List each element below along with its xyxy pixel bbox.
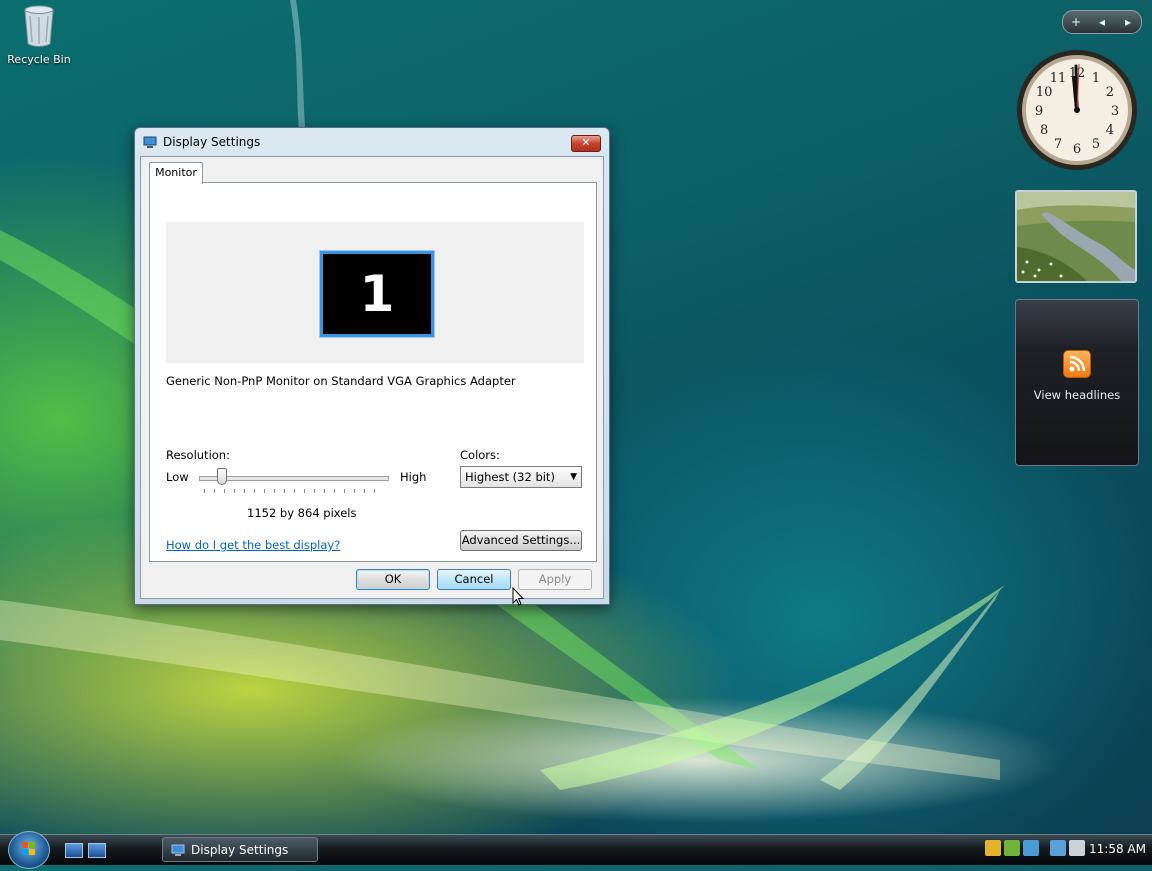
chevron-down-icon: ▼ bbox=[570, 472, 577, 482]
tab-monitor[interactable]: Monitor bbox=[149, 162, 203, 184]
close-button[interactable]: ✕ bbox=[571, 135, 601, 152]
clock-numeral: 2 bbox=[1106, 85, 1114, 100]
start-button[interactable] bbox=[8, 831, 50, 869]
landscape-photo bbox=[1017, 192, 1135, 281]
taskbar-item-label: Display Settings bbox=[191, 843, 289, 857]
cancel-button[interactable]: Cancel bbox=[437, 569, 511, 590]
high-label: High bbox=[400, 470, 427, 484]
resolution-slider-ticks bbox=[204, 489, 384, 493]
connection-icon[interactable] bbox=[1050, 840, 1066, 856]
low-label: Low bbox=[166, 470, 189, 484]
monitor-number: 1 bbox=[359, 265, 395, 323]
clock-numeral: 1 bbox=[1092, 71, 1100, 86]
switch-windows-icon[interactable] bbox=[88, 843, 106, 858]
taskbar-clock[interactable]: 11:58 AM bbox=[1089, 842, 1146, 856]
slideshow-gadget[interactable] bbox=[1015, 190, 1137, 283]
mouse-cursor-icon bbox=[512, 587, 524, 606]
shield-icon[interactable] bbox=[985, 840, 1001, 856]
display-settings-icon bbox=[143, 136, 157, 148]
clock-numeral: 3 bbox=[1111, 104, 1119, 119]
monitor-arrangement-area: 1 bbox=[166, 222, 584, 363]
clock-numeral: 5 bbox=[1092, 137, 1100, 152]
network-icon[interactable] bbox=[1023, 840, 1039, 856]
display-settings-icon bbox=[171, 844, 185, 856]
recycle-bin-shortcut[interactable]: Recycle Bin bbox=[4, 4, 74, 66]
clock-numeral: 9 bbox=[1035, 104, 1043, 119]
taskbar: Display Settings 11:58 AM bbox=[0, 831, 1152, 869]
clock-numeral: 6 bbox=[1073, 142, 1081, 157]
resolution-label: Resolution: bbox=[166, 448, 230, 462]
monitor-tab-page: 1 Generic Non-PnP Monitor on Standard VG… bbox=[149, 182, 597, 562]
security-center-icon[interactable] bbox=[1004, 840, 1020, 856]
clock-numeral: 10 bbox=[1036, 85, 1053, 100]
resolution-slider-thumb[interactable] bbox=[216, 468, 227, 485]
advanced-settings-button[interactable]: Advanced Settings... bbox=[460, 530, 582, 551]
feed-headlines-gadget[interactable]: View headlines bbox=[1015, 299, 1139, 466]
dialog-title: Display Settings bbox=[163, 135, 261, 149]
monitor-name: Generic Non-PnP Monitor on Standard VGA … bbox=[166, 374, 516, 388]
rss-icon bbox=[1063, 350, 1091, 378]
clock-numeral: 4 bbox=[1106, 123, 1114, 138]
resolution-slider-track[interactable] bbox=[199, 476, 389, 481]
view-headlines-link[interactable]: View headlines bbox=[1016, 388, 1138, 402]
taskbar-item-display-settings[interactable]: Display Settings bbox=[162, 837, 318, 862]
previous-gadget-page-button[interactable]: ◂ bbox=[1089, 15, 1115, 29]
clock-numeral: 7 bbox=[1054, 137, 1062, 152]
show-desktop-icon[interactable] bbox=[65, 843, 83, 858]
clock-numeral: 11 bbox=[1050, 71, 1067, 86]
recycle-bin-icon bbox=[24, 5, 54, 47]
system-tray bbox=[985, 840, 1085, 856]
start-orb-icon bbox=[22, 842, 35, 855]
recycle-bin-label: Recycle Bin bbox=[7, 53, 71, 66]
display-settings-dialog: Display Settings ✕ Monitor 1 Generic Non… bbox=[134, 127, 610, 605]
ok-button[interactable]: OK bbox=[356, 569, 430, 590]
add-gadget-button[interactable]: + bbox=[1063, 15, 1089, 29]
best-display-help-link[interactable]: How do I get the best display? bbox=[166, 538, 340, 552]
colors-label: Colors: bbox=[460, 448, 500, 462]
resolution-value: 1152 by 864 pixels bbox=[247, 506, 357, 520]
next-gadget-page-button[interactable]: ▸ bbox=[1115, 15, 1141, 29]
colors-dropdown[interactable]: Highest (32 bit) ▼ bbox=[460, 466, 582, 488]
clock-numeral: 8 bbox=[1040, 123, 1048, 138]
dialog-client-area: Monitor 1 Generic Non-PnP Monitor on Sta… bbox=[140, 156, 604, 599]
monitor-1[interactable]: 1 bbox=[319, 250, 435, 338]
sidebar-controls: + ◂ ▸ bbox=[1062, 10, 1142, 34]
apply-button: Apply bbox=[518, 569, 592, 590]
colors-selected-value: Highest (32 bit) bbox=[465, 470, 555, 484]
clock-gadget[interactable]: 121234567891011 bbox=[1015, 48, 1139, 172]
dialog-titlebar[interactable]: Display Settings bbox=[135, 128, 609, 156]
volume-icon[interactable] bbox=[1069, 840, 1085, 856]
